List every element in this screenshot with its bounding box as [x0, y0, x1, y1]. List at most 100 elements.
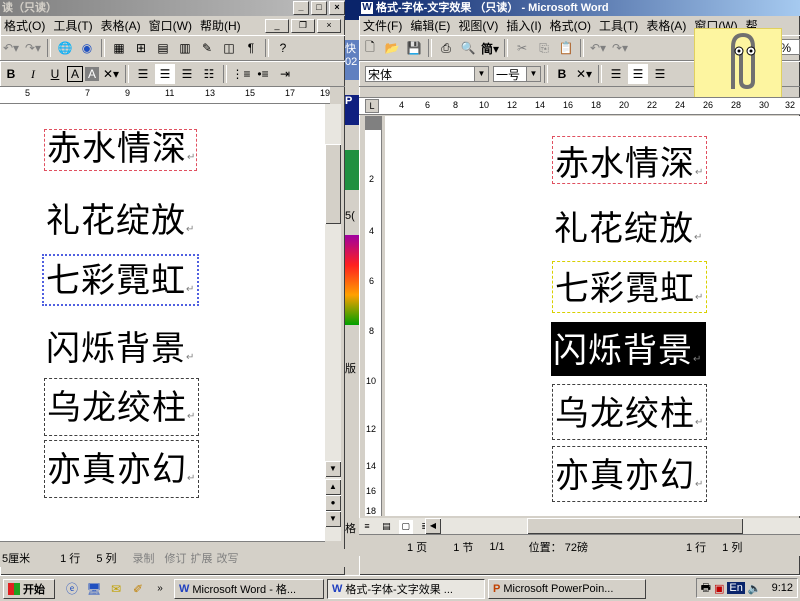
- insert-excel-icon[interactable]: ▤: [153, 38, 173, 58]
- new-document-icon[interactable]: 🗋: [360, 38, 380, 58]
- menu-tools[interactable]: 工具(T): [49, 17, 96, 34]
- char-scale-icon[interactable]: ✕▾: [101, 64, 121, 84]
- doc-minimize-button[interactable]: _: [265, 19, 289, 33]
- web-view-icon[interactable]: ▤: [379, 520, 393, 534]
- redo-icon[interactable]: ↷▾: [610, 38, 630, 58]
- align-left-icon[interactable]: ☰: [133, 64, 153, 84]
- web-toolbar-icon[interactable]: ◉: [77, 38, 97, 58]
- prev-page-button[interactable]: ▲: [325, 479, 341, 495]
- vertical-ruler[interactable]: 2 4 6 8 10 12 14 16 18: [365, 116, 382, 516]
- document-map-icon[interactable]: ◫: [219, 38, 239, 58]
- right-ruler[interactable]: L 4 6 8 10 12 14 16 18 20 22 24 26 28 30…: [359, 97, 800, 115]
- menu-file[interactable]: 文件(F): [359, 17, 406, 34]
- print-preview-icon[interactable]: 🔍: [458, 38, 478, 58]
- scroll-left-button[interactable]: ◀: [425, 518, 441, 534]
- show-hide-icon[interactable]: ¶: [241, 38, 261, 58]
- office-assistant[interactable]: [694, 28, 782, 100]
- cut-icon[interactable]: ✂: [512, 38, 532, 58]
- menu-edit[interactable]: 编辑(E): [406, 17, 454, 34]
- task-word-2[interactable]: W 格式-字体-文字效果 ...: [327, 578, 485, 599]
- outlook-icon[interactable]: ✉: [106, 579, 126, 599]
- browse-object-button[interactable]: ●: [325, 495, 341, 511]
- volume-icon[interactable]: 🔈: [748, 582, 762, 595]
- distribute-icon[interactable]: ☷: [199, 64, 219, 84]
- desktop-icon[interactable]: 🖥: [84, 579, 104, 599]
- help-icon[interactable]: ?: [273, 38, 293, 58]
- horizontal-scroll-thumb[interactable]: [527, 518, 743, 534]
- next-page-button[interactable]: ▼: [325, 511, 341, 527]
- start-button[interactable]: 开始: [3, 578, 55, 599]
- ie-icon[interactable]: ⓔ: [62, 579, 82, 599]
- simplified-traditional-icon[interactable]: 简▾: [480, 38, 500, 58]
- align-left-icon[interactable]: ☰: [606, 64, 626, 84]
- right-document-area[interactable]: 赤水情深↵ 礼花绽放↵ 七彩霓虹↵ 闪烁背景↵ 乌龙绞柱↵ 亦真亦幻↵: [385, 116, 800, 516]
- maximize-button[interactable]: □: [311, 1, 327, 15]
- language-indicator[interactable]: En: [727, 582, 745, 594]
- menu-format[interactable]: 格式(O): [546, 17, 595, 34]
- doc-restore-button[interactable]: ❐: [291, 19, 315, 33]
- menu-format[interactable]: 格式(O): [0, 17, 49, 34]
- channel-icon[interactable]: ✐: [128, 579, 148, 599]
- close-button[interactable]: ×: [329, 1, 345, 15]
- char-scale-icon[interactable]: ✕▾: [574, 64, 594, 84]
- tray-ime-icon[interactable]: ▣: [714, 582, 724, 595]
- insert-table-icon[interactable]: ⊞: [131, 38, 151, 58]
- menu-help[interactable]: 帮助(H): [196, 17, 245, 34]
- word-app-icon[interactable]: W: [361, 2, 373, 14]
- align-center-icon[interactable]: ☰: [155, 64, 175, 84]
- normal-view-icon[interactable]: ≡: [360, 519, 374, 533]
- border-char-icon[interactable]: A: [67, 66, 83, 82]
- undo-icon[interactable]: ↶▾: [1, 38, 21, 58]
- status-rec[interactable]: 录制: [125, 550, 163, 566]
- left-title-bar[interactable]: 读（只读） _ □ ×: [0, 0, 345, 16]
- tab-stop-selector[interactable]: L: [365, 99, 379, 113]
- more-icon[interactable]: »: [150, 579, 170, 599]
- menu-insert[interactable]: 插入(I): [502, 17, 545, 34]
- save-icon[interactable]: 💾: [404, 38, 424, 58]
- underline-icon[interactable]: U: [45, 64, 65, 84]
- print-icon[interactable]: ⎙: [436, 38, 456, 58]
- tray-app-icon[interactable]: 🖶: [701, 579, 711, 598]
- status-ext[interactable]: 扩展: [189, 550, 215, 566]
- scroll-down-button[interactable]: ▼: [325, 461, 341, 477]
- indent-icon[interactable]: ⇥: [275, 64, 295, 84]
- menu-table[interactable]: 表格(A): [642, 17, 690, 34]
- copy-icon[interactable]: ⎘: [534, 38, 554, 58]
- menu-tools[interactable]: 工具(T): [595, 17, 642, 34]
- shade-char-icon[interactable]: A: [85, 67, 99, 81]
- menu-table[interactable]: 表格(A): [97, 17, 145, 34]
- hyperlink-icon[interactable]: 🌐: [55, 38, 75, 58]
- open-icon[interactable]: 📂: [382, 38, 402, 58]
- drawing-icon[interactable]: ✎: [197, 38, 217, 58]
- redo-icon[interactable]: ↷▾: [23, 38, 43, 58]
- left-scroll-thumb[interactable]: [325, 144, 341, 224]
- paste-icon[interactable]: 📋: [556, 38, 576, 58]
- bold-icon[interactable]: B: [1, 64, 21, 84]
- italic-icon[interactable]: I: [23, 64, 43, 84]
- columns-icon[interactable]: ▥: [175, 38, 195, 58]
- bold-icon[interactable]: B: [552, 64, 572, 84]
- menu-window[interactable]: 窗口(W): [145, 17, 196, 34]
- align-center-icon[interactable]: ☰: [628, 64, 648, 84]
- font-size-select[interactable]: 一号 ▼: [493, 66, 541, 82]
- clock[interactable]: 9:12: [772, 582, 793, 594]
- align-right-icon[interactable]: ☰: [177, 64, 197, 84]
- doc-close-button[interactable]: ×: [317, 19, 341, 33]
- task-word-1[interactable]: W Microsoft Word - 格...: [174, 578, 324, 599]
- page-view-icon[interactable]: ▢: [398, 519, 413, 534]
- left-ruler[interactable]: 5 7 9 11 13 15 17 19: [0, 86, 330, 104]
- left-document-area[interactable]: 赤水情深↵ 礼花绽放↵ 七彩霓虹↵ 闪烁背景↵ 乌龙绞柱↵ 亦真亦幻↵: [0, 104, 325, 541]
- status-trk[interactable]: 修订: [163, 550, 189, 566]
- align-right-icon[interactable]: ☰: [650, 64, 670, 84]
- right-title-bar[interactable]: W 格式-字体-文字效果 （只读） - Microsoft Word: [359, 0, 800, 16]
- undo-icon[interactable]: ↶▾: [588, 38, 608, 58]
- tables-borders-icon[interactable]: ▦: [109, 38, 129, 58]
- bullets-icon[interactable]: •≡: [253, 64, 273, 84]
- font-name-select[interactable]: 宋体 ▼: [365, 66, 489, 82]
- menu-view[interactable]: 视图(V): [454, 17, 502, 34]
- status-ovr[interactable]: 改写: [215, 550, 241, 566]
- minimize-button[interactable]: _: [293, 1, 309, 15]
- left-vertical-scrollbar[interactable]: ▼ ▲ ● ▼: [325, 104, 341, 541]
- task-powerpoint[interactable]: P Microsoft PowerPoin...: [488, 578, 646, 599]
- numbering-icon[interactable]: ⋮≡: [231, 64, 251, 84]
